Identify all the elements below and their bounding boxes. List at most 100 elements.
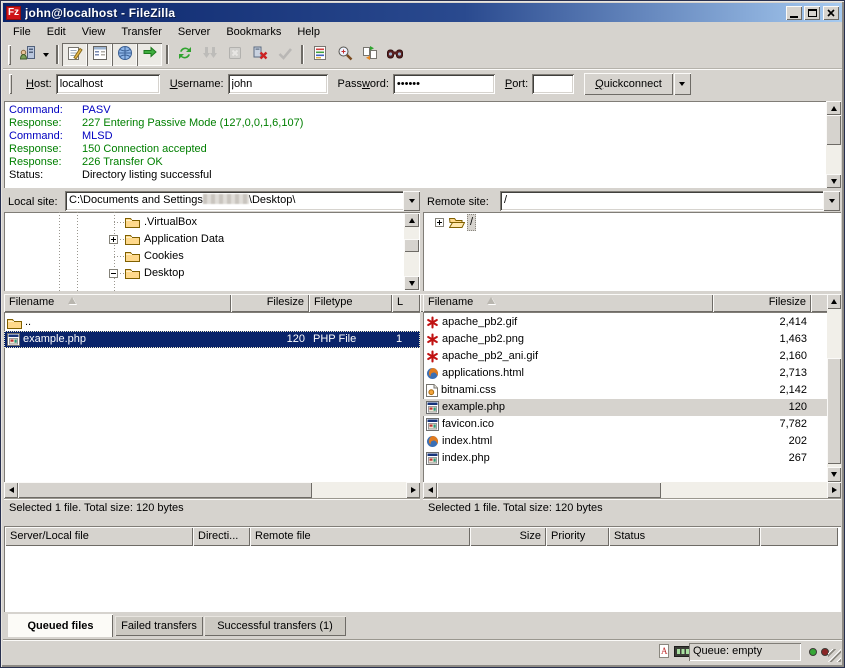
reconnect[interactable] — [272, 43, 297, 66]
file-row-bitnami-css[interactable]: bitnami.css2,142 — [423, 382, 827, 399]
local-hscrollbar[interactable] — [4, 482, 420, 498]
file-row-example-php[interactable]: example.php120 — [423, 399, 827, 416]
find-files[interactable] — [382, 43, 407, 66]
hscroll-right-icon[interactable] — [827, 482, 841, 498]
queue-column-size[interactable]: Size — [470, 527, 546, 546]
menu-item-file[interactable]: File — [5, 24, 39, 40]
menu-item-transfer[interactable]: Transfer — [113, 24, 170, 40]
remote-directory-tree[interactable]: / — [423, 212, 841, 291]
password-input[interactable] — [393, 74, 495, 94]
queue-column-priority[interactable]: Priority — [546, 527, 609, 546]
tree-scroll-up-icon[interactable] — [404, 213, 419, 227]
site-manager-dropdown[interactable] — [40, 43, 52, 66]
queue-column-status[interactable]: Status — [609, 527, 760, 546]
cancel-operation[interactable] — [222, 43, 247, 66]
column-header-filesize[interactable]: Filesize — [713, 294, 811, 312]
local-site-dropdown[interactable] — [403, 191, 420, 211]
remote-file-list[interactable]: apache_pb2.gif2,414apache_pb2.png1,463ap… — [423, 312, 827, 482]
file-row-apache-pb2-ani-gif[interactable]: apache_pb2_ani.gif2,160 — [423, 348, 827, 365]
expand-icon[interactable] — [435, 218, 444, 230]
queue-body[interactable] — [5, 546, 840, 611]
log-scrollbar[interactable] — [826, 101, 841, 188]
quickconnect-dropdown[interactable] — [674, 73, 691, 95]
file-row-example-php[interactable]: example.php120PHP File1 — [4, 331, 420, 348]
column-header-filesize[interactable]: Filesize — [231, 294, 309, 312]
local-tree-scrollbar[interactable] — [404, 213, 419, 290]
close-button[interactable] — [823, 6, 839, 20]
remote-site-combo[interactable]: / — [500, 191, 840, 211]
log-scroll-down-icon[interactable] — [826, 174, 841, 188]
log-scroll-thumb[interactable] — [826, 115, 841, 145]
local-directory-tree[interactable]: .VirtualBoxApplication DataCookiesDeskto… — [4, 212, 420, 291]
toggle-local-tree[interactable] — [87, 43, 112, 66]
column-header-l[interactable]: L — [392, 294, 420, 312]
column-header-filetype[interactable]: Filetype — [309, 294, 392, 312]
tree-scroll-down-icon[interactable] — [404, 276, 419, 290]
column-header-filename[interactable]: Filename — [423, 294, 713, 312]
tab-successful-transfers-1-[interactable]: Successful transfers (1) — [204, 616, 346, 636]
file-row-index-php[interactable]: index.php267 — [423, 450, 827, 467]
file-row-apache-pb2-png[interactable]: apache_pb2.png1,463 — [423, 331, 827, 348]
toolbar-gripper[interactable] — [8, 45, 11, 65]
tree-item-cookies[interactable]: Cookies — [4, 248, 420, 265]
local-file-list[interactable]: ..example.php120PHP File1 — [4, 312, 420, 482]
hscroll-thumb[interactable] — [18, 482, 312, 498]
transfer-type-icon[interactable]: A — [658, 644, 671, 661]
minimize-button[interactable] — [786, 6, 802, 20]
list-scroll-down-icon[interactable] — [827, 467, 841, 482]
refresh[interactable] — [172, 43, 197, 66]
disconnect[interactable] — [247, 43, 272, 66]
port-input[interactable] — [532, 74, 574, 94]
queue-column-server-local-file[interactable]: Server/Local file — [5, 527, 193, 546]
list-scroll-thumb[interactable] — [827, 358, 841, 464]
hscroll-right-icon[interactable] — [406, 482, 420, 498]
column-header-filename[interactable]: Filename — [4, 294, 231, 312]
tree-item-desktop[interactable]: Desktop — [4, 265, 420, 282]
tree-item--virtualbox[interactable]: .VirtualBox — [4, 214, 420, 231]
tree-scroll-thumb[interactable] — [404, 239, 419, 252]
maximize-button[interactable] — [804, 6, 820, 20]
resize-grip[interactable] — [828, 649, 841, 662]
tab-queued-files[interactable]: Queued files — [8, 614, 113, 637]
quickconnect-gripper[interactable] — [9, 74, 12, 94]
local-list-header[interactable]: FilenameFilesizeFiletypeL — [4, 294, 420, 312]
remote-list-scrollbar[interactable] — [827, 294, 841, 482]
username-input[interactable] — [228, 74, 328, 94]
host-input[interactable] — [56, 74, 160, 94]
list-scroll-up-icon[interactable] — [827, 294, 841, 309]
file-row-applications-html[interactable]: applications.html2,713 — [423, 365, 827, 382]
menu-item-view[interactable]: View — [74, 24, 114, 40]
log-scroll-up-icon[interactable] — [826, 101, 841, 115]
toggle-transfer-queue[interactable] — [137, 43, 162, 66]
menu-item-server[interactable]: Server — [170, 24, 218, 40]
hscroll-left-icon[interactable] — [423, 482, 437, 498]
file-row-index-html[interactable]: index.html202 — [423, 433, 827, 450]
remote-list-header[interactable]: FilenameFilesize — [423, 294, 841, 312]
quickconnect-button[interactable]: Quickconnect — [584, 73, 673, 95]
menu-item-help[interactable]: Help — [289, 24, 328, 40]
toggle-remote-tree[interactable] — [112, 43, 137, 66]
filter[interactable] — [307, 43, 332, 66]
remote-site-dropdown[interactable] — [823, 191, 840, 211]
process-queue[interactable] — [197, 43, 222, 66]
menu-item-bookmarks[interactable]: Bookmarks — [218, 24, 289, 40]
tree-item-application-data[interactable]: Application Data — [4, 231, 420, 248]
tree-item-root[interactable]: / — [423, 214, 841, 231]
synchronized-browsing[interactable] — [357, 43, 382, 66]
file-row-favicon-ico[interactable]: favicon.ico7,782 — [423, 416, 827, 433]
remote-hscrollbar[interactable] — [423, 482, 841, 498]
file-row--[interactable]: .. — [4, 314, 420, 331]
queue-column-directi-[interactable]: Directi... — [193, 527, 250, 546]
toggle-message-log[interactable] — [62, 43, 87, 66]
collapse-icon[interactable] — [109, 269, 118, 281]
directory-comparison[interactable] — [332, 43, 357, 66]
hscroll-thumb[interactable] — [437, 482, 661, 498]
queue-column-remote-file[interactable]: Remote file — [250, 527, 470, 546]
tab-failed-transfers[interactable]: Failed transfers — [115, 616, 203, 636]
local-site-combo[interactable]: C:\Documents and Settings\Desktop\ — [65, 191, 420, 211]
hscroll-left-icon[interactable] — [4, 482, 18, 498]
menu-item-edit[interactable]: Edit — [39, 24, 74, 40]
titlebar[interactable]: Fz john@localhost - FileZilla — [3, 3, 842, 22]
site-manager[interactable] — [15, 43, 40, 66]
file-row-apache-pb2-gif[interactable]: apache_pb2.gif2,414 — [423, 314, 827, 331]
